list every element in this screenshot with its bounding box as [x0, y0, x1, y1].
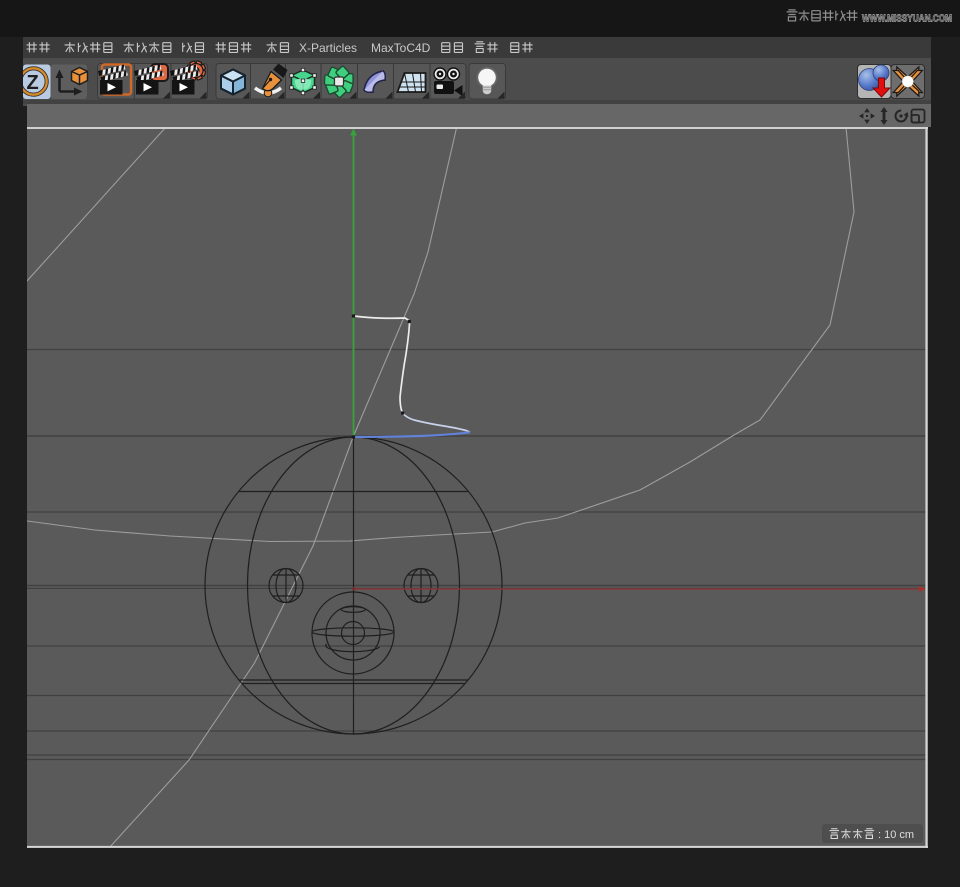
svg-text:WWW.MISSYUAN.COM: WWW.MISSYUAN.COM	[862, 14, 952, 25]
svg-text:: 10 cm: : 10 cm	[878, 829, 914, 841]
svg-text:Z: Z	[27, 72, 39, 94]
svg-text:X-Particles: X-Particles	[299, 41, 357, 55]
svg-text:MaxToC4D: MaxToC4D	[371, 41, 431, 55]
